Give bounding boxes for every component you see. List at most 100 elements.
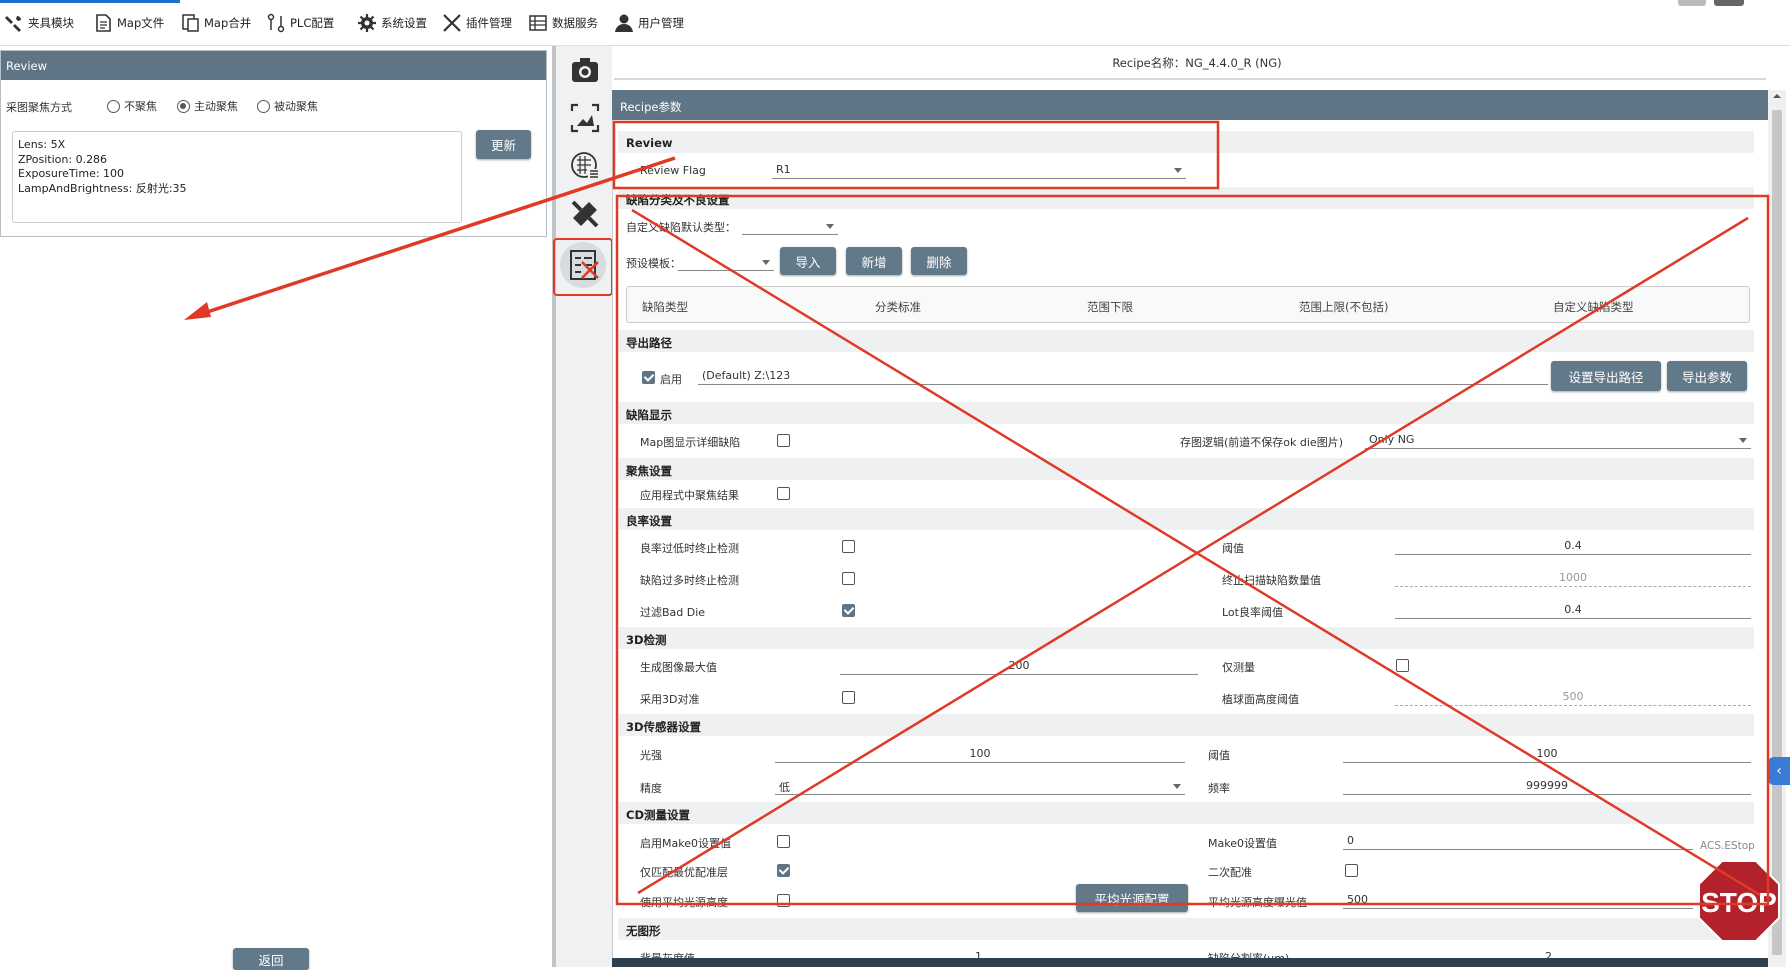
update-button[interactable]: 更新 [476,130,531,159]
set-export-path-button[interactable]: 设置导出路径 [1551,361,1661,391]
main-toolbar: 夹具模块 Map文件 Map合并 PLC配置 系统设置 插件管理 数据服务 用户… [0,0,1790,46]
yield-threshold-field[interactable]: 0.4 [1395,537,1751,555]
section-export-path: 导出路径 [618,330,1754,352]
radio-active-focus[interactable]: 主动聚焦 [177,98,238,114]
measure-only-checkbox[interactable] [1396,659,1409,672]
window-minimize-button[interactable] [1678,0,1706,6]
make0-enable-checkbox[interactable] [777,835,790,848]
radio-no-focus[interactable]: 不聚焦 [107,98,157,114]
recipe-name-title: Recipe名称：NG_4.4.0_R (NG) [1112,56,1282,70]
bad-die-checkbox[interactable] [842,604,855,617]
status-bar [612,958,1782,967]
col-range-high[interactable]: 范围上限(不包括) [1299,299,1388,315]
stop-count-label: 终止扫描缺陷数量值 [1222,574,1321,587]
avg-exposure-field[interactable]: 500 [1343,891,1693,909]
sensor-threshold-label: 阈值 [1208,749,1230,762]
section-cd-measure: CD测量设置 [618,802,1754,824]
preset-template-dropdown[interactable] [678,253,774,271]
custom-default-type-dropdown[interactable] [742,217,838,235]
many-defect-stop-checkbox[interactable] [842,572,855,585]
export-enable-checkbox[interactable] [642,371,655,384]
max-image-label: 生成图像最大值 [640,661,717,674]
align-3d-checkbox[interactable] [842,691,855,704]
toolbar-system-settings[interactable]: 系统设置 [357,8,427,38]
ruler-tools-icon[interactable] [566,195,604,233]
grid-settings-icon[interactable] [566,147,604,185]
second-align-label: 二次配准 [1208,866,1252,879]
toolbar-data-service[interactable]: 数据服务 [528,8,598,38]
section-defect-classify: 缺陷分类及不良设置 [618,187,1754,209]
stop-sign-text: STOP [1701,887,1777,918]
stop-count-field[interactable]: 1000 [1395,569,1751,587]
recipe-params-header: Recipe参数 [612,90,1768,120]
radio-passive-focus[interactable]: 被动聚焦 [257,98,318,114]
map-detail-checkbox[interactable] [777,434,790,447]
apply-focus-checkbox[interactable] [777,487,790,500]
section-yield: 良率设置 [618,508,1754,530]
toolbar-user-manage[interactable]: 用户管理 [614,8,684,38]
low-yield-stop-checkbox[interactable] [842,540,855,553]
avg-light-config-button[interactable]: 平均光源配置 [1076,884,1188,912]
yield-threshold-label: 阈值 [1222,542,1244,555]
second-align-checkbox[interactable] [1345,864,1358,877]
collapse-side-tab[interactable]: ‹ [1768,757,1790,785]
camera-icon[interactable] [566,51,604,89]
export-enable-label: 启用 [660,373,682,386]
image-icon[interactable] [566,99,604,137]
tool-sidebar [556,46,612,967]
add-button[interactable]: 新增 [846,247,902,275]
annotation-arrow-head [184,302,211,320]
avg-exposure-label: 平均光源高度曝光值 [1208,896,1307,909]
col-custom-defect-type[interactable]: 自定义缺陷类型 [1553,299,1634,315]
make0-value-field[interactable]: 0 [1343,832,1693,850]
section-review: Review [618,131,1754,153]
gear-icon [358,14,376,32]
emergency-stop-button[interactable]: STOP [1698,860,1780,942]
ball-height-field[interactable]: 500 [1395,688,1751,706]
section-no-graphic: 无图形 [618,918,1754,940]
frequency-field[interactable]: 999999 [1343,777,1751,795]
toolbar-map-merge[interactable]: Map合并 [180,8,251,38]
import-button[interactable]: 导入 [780,247,836,275]
window-maximize-button[interactable] [1714,0,1744,6]
many-defect-stop-label: 缺陷过多时终止检测 [640,574,739,587]
col-range-low[interactable]: 范围下限 [1087,299,1133,315]
review-flag-dropdown[interactable]: R1 [772,161,1186,179]
ball-height-label: 植球面高度阈值 [1222,693,1299,706]
defect-table-header: 缺陷类型 分类标准 范围下限 范围上限(不包括) 自定义缺陷类型 [626,286,1750,323]
col-classify-standard[interactable]: 分类标准 [875,299,921,315]
lot-yield-field[interactable]: 0.4 [1395,601,1751,619]
scroll-up-icon[interactable] [1771,90,1783,102]
export-params-button[interactable]: 导出参数 [1667,361,1747,391]
export-path-field[interactable]: (Default) Z:\123 [698,367,1548,385]
save-logic-dropdown[interactable]: Only NG [1365,431,1751,449]
toolbar-plc[interactable]: PLC配置 [266,8,334,38]
light-intensity-field[interactable]: 100 [775,745,1185,763]
align-3d-label: 采用3D对准 [640,693,700,706]
col-defect-type[interactable]: 缺陷类型 [642,299,688,315]
toolbar-map-file[interactable]: Map文件 [93,8,164,38]
preset-template-label: 预设模板： [626,257,681,270]
file-icon [96,14,111,32]
active-tab-indicator [0,0,180,3]
fixture-icon [5,16,21,32]
section-focus: 聚焦设置 [618,458,1754,480]
section-3d-sensor: 3D传感器设置 [618,714,1754,736]
delete-button[interactable]: 删除 [911,247,967,275]
scrollbar-thumb[interactable] [1772,110,1782,955]
review-info-textbox[interactable]: Lens: 5X ZPosition: 0.286 ExposureTime: … [12,131,462,223]
review-flag-label: Review Flag [640,164,706,177]
sensor-threshold-field[interactable]: 100 [1343,745,1751,763]
precision-dropdown[interactable]: 低 [775,777,1185,795]
save-logic-label: 存图逻辑(前道不保存ok die图片) [1180,436,1343,449]
toolbar-plugin-manage[interactable]: 插件管理 [442,8,512,38]
make0-enable-label: 启用Make0设置值 [640,837,731,850]
estop-label: ACS.EStop [1700,840,1755,852]
make0-value-label: Make0设置值 [1208,837,1277,850]
bad-die-label: 过滤Bad Die [640,606,706,619]
apply-focus-label: 应用程式中聚焦结果 [640,489,739,502]
avg-light-checkbox[interactable] [777,894,790,907]
toolbar-fixture[interactable]: 夹具模块 [4,8,74,38]
max-image-field[interactable]: 200 [840,657,1198,675]
match-best-checkbox[interactable] [777,864,790,877]
